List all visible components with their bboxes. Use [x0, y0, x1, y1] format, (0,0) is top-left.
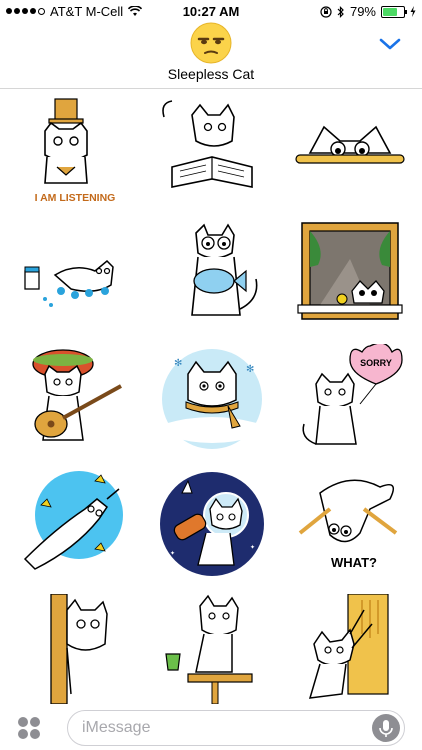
sticker-guitar-cat[interactable] — [15, 344, 135, 454]
battery-percent: 79% — [349, 4, 376, 19]
message-composer: iMessage — [0, 707, 422, 750]
sticker-fish-cat[interactable] — [152, 219, 272, 329]
sticker-paint-cat[interactable] — [15, 219, 135, 329]
sticker-door-cat[interactable] — [15, 593, 135, 705]
battery-icon — [381, 5, 407, 18]
sticker-caption-sorry: SORRY — [360, 358, 392, 368]
charging-bolt-icon — [410, 6, 416, 17]
chevron-down-icon[interactable] — [378, 36, 402, 52]
sticker-peeking-cat[interactable] — [290, 97, 410, 207]
microphone-icon[interactable] — [372, 714, 400, 742]
sticker-window-cat[interactable] — [290, 219, 410, 329]
message-input[interactable]: iMessage — [67, 710, 405, 746]
sticker-space-cat[interactable]: ✦ ✦ — [152, 469, 272, 579]
app-drawer-icon[interactable] — [16, 715, 42, 741]
sticker-table-cat[interactable] — [152, 594, 272, 705]
sticker-caption-listening: I AM LISTENING — [35, 192, 116, 204]
svg-text:✦: ✦ — [170, 550, 175, 557]
app-title: Sleepless Cat — [167, 66, 255, 82]
sticker-winter-cat[interactable]: ✻ ✻ — [152, 344, 272, 454]
app-header: Sleepless Cat — [0, 22, 422, 89]
status-bar: AT&T M-Cell 10:27 AM 79% — [0, 0, 422, 22]
sticker-scratch-cat[interactable] — [290, 593, 410, 704]
battery-level — [383, 7, 398, 16]
svg-text:✻: ✻ — [174, 358, 182, 369]
sticker-caption-what: WHAT? — [331, 555, 377, 570]
sleepy-emoji-icon[interactable] — [190, 22, 232, 64]
sticker-what-cat[interactable]: WHAT? — [290, 469, 410, 579]
sticker-grid: I AM LISTENING ✻ ✻ SORRY ✦ ✦ WHAT? — [0, 89, 422, 707]
rotation-lock-icon — [320, 5, 332, 18]
sticker-sorry-cat[interactable]: SORRY — [290, 342, 410, 454]
bluetooth-icon — [337, 5, 344, 18]
sticker-listening-cat[interactable]: I AM LISTENING — [15, 97, 135, 207]
sticker-reading-cat[interactable] — [152, 97, 272, 207]
svg-text:✻: ✻ — [246, 364, 254, 375]
status-right: 79% — [320, 4, 416, 19]
sticker-flying-cat[interactable] — [15, 469, 135, 579]
svg-text:✦: ✦ — [250, 544, 255, 551]
message-placeholder: iMessage — [82, 719, 151, 736]
